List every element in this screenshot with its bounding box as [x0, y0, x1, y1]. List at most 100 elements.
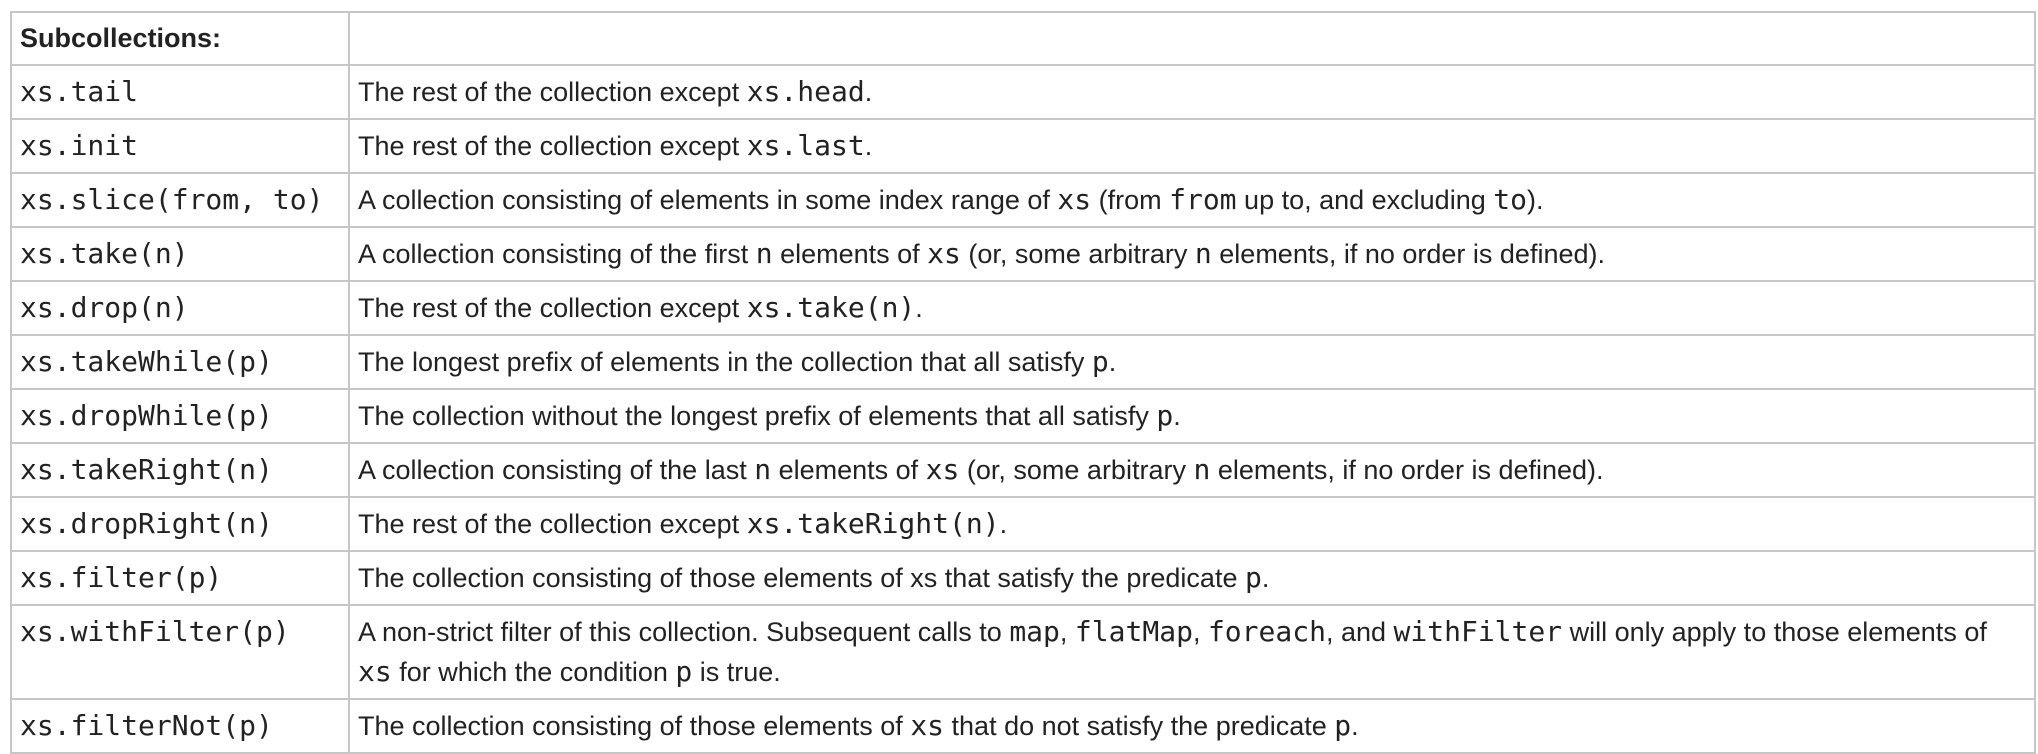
inline-code: p	[1156, 399, 1174, 432]
description-text: elements, if no order is defined).	[1210, 455, 1604, 485]
inline-code: xs	[358, 655, 392, 688]
inline-code: xs.takeRight(n)	[746, 507, 1000, 540]
inline-code: xs.take(n)	[746, 291, 916, 324]
inline-code: n	[754, 453, 772, 486]
description-cell: The longest prefix of elements in the co…	[348, 334, 2036, 390]
description-text: for which the condition	[391, 657, 676, 687]
operation-cell: xs.drop(n)	[10, 280, 350, 336]
operation-cell: xs.take(n)	[10, 226, 350, 282]
description-cell: The rest of the collection except xs.hea…	[348, 64, 2036, 120]
description-cell: The collection consisting of those eleme…	[348, 550, 2036, 606]
description-text: .	[864, 131, 873, 161]
table-row: xs.takeRight(n) A collection consisting o…	[10, 442, 2036, 498]
description-text: The collection without the longest prefi…	[358, 401, 1157, 431]
description-cell: A collection consisting of the first n e…	[348, 226, 2036, 282]
description-text: A collection consisting of elements in s…	[358, 185, 1058, 215]
description-text: , and	[1325, 617, 1394, 647]
description-text: is true.	[692, 657, 781, 687]
description-text: elements of	[772, 239, 928, 269]
table-row: xs.slice(from, to) A collection consistin…	[10, 172, 2036, 228]
operation-cell: xs.takeWhile(p)	[10, 334, 350, 390]
inline-code: p	[675, 655, 693, 688]
description-cell: A collection consisting of the last n el…	[348, 442, 2036, 498]
description-cell: The rest of the collection except xs.tak…	[348, 280, 2036, 336]
inline-code: xs	[1057, 183, 1092, 216]
description-text: A collection consisting of the last	[358, 455, 755, 485]
table-row: xs.drop(n) The rest of the collection exc…	[10, 280, 2036, 336]
inline-code: xs	[927, 237, 961, 270]
inline-code: xs.last	[746, 129, 865, 162]
description-text: A non-strict filter of this collection. …	[358, 617, 1010, 647]
inline-code: flatMap	[1074, 615, 1193, 648]
table-row: xs.dropWhile(p) The collection without th…	[10, 388, 2036, 444]
subcollections-table: Subcollections: xs.tail The rest of the c…	[10, 11, 2036, 754]
description-text: .	[864, 77, 873, 107]
inline-code: n	[1193, 453, 1211, 486]
inline-code: xs	[910, 709, 945, 742]
section-heading: Subcollections:	[10, 11, 350, 66]
inline-code: p	[1244, 561, 1262, 594]
operation-cell: xs.takeRight(n)	[10, 442, 350, 498]
inline-code: n	[1194, 237, 1212, 270]
table-row: xs.dropRight(n) The rest of the collectio…	[10, 496, 2036, 552]
description-text: The rest of the collection except	[358, 77, 747, 107]
inline-code: from	[1169, 183, 1237, 216]
description-text: .	[1173, 401, 1181, 431]
description-cell: A non-strict filter of this collection. …	[348, 604, 2036, 700]
description-cell: The collection consisting of those eleme…	[348, 698, 2036, 754]
table-row: xs.withFilter(p) A non-strict filter of t…	[10, 604, 2036, 700]
description-text: .	[1351, 711, 1359, 741]
operation-cell: xs.slice(from, to)	[10, 172, 350, 228]
inline-code: p	[1091, 345, 1109, 378]
description-text: .	[915, 293, 923, 323]
table-row: xs.filter(p) The collection consisting of…	[10, 550, 2036, 606]
table-row: xs.takeWhile(p) The longest prefix of ele…	[10, 334, 2036, 390]
description-cell: The collection without the longest prefi…	[348, 388, 2036, 444]
description-text: (or, some arbitrary	[959, 455, 1194, 485]
operation-cell: xs.dropRight(n)	[10, 496, 350, 552]
inline-code: map	[1009, 615, 1060, 648]
inline-code: n	[755, 237, 773, 270]
description-text: The collection consisting of those eleme…	[358, 563, 1245, 593]
description-text: ,	[1192, 617, 1208, 647]
operation-cell: xs.filter(p)	[10, 550, 350, 606]
description-text: A collection consisting of the first	[358, 239, 756, 269]
description-text: (or, some arbitrary	[960, 239, 1195, 269]
description-text: up to, and excluding	[1236, 185, 1494, 215]
description-text: .	[1261, 563, 1270, 593]
inline-code: to	[1493, 183, 1527, 216]
table-row: xs.tail The rest of the collection except…	[10, 64, 2036, 120]
inline-code: foreach	[1207, 615, 1326, 648]
description-text: The rest of the collection except	[358, 293, 747, 323]
description-cell: The rest of the collection except xs.tak…	[348, 496, 2036, 552]
description-text: will only apply to those elements of	[1562, 617, 1987, 647]
table-row: xs.init The rest of the collection except…	[10, 118, 2036, 174]
description-text: The collection consisting of those eleme…	[358, 711, 911, 741]
description-text: elements, if no order is defined).	[1211, 239, 1605, 269]
inline-code: xs	[925, 453, 960, 486]
description-cell: A collection consisting of elements in s…	[348, 172, 2036, 228]
description-text: elements of	[771, 455, 926, 485]
inline-code: p	[1334, 709, 1352, 742]
description-text: (from	[1091, 185, 1170, 215]
operation-cell: xs.tail	[10, 64, 350, 120]
table-header-row: Subcollections:	[10, 11, 2036, 66]
description-text: The rest of the collection except	[358, 509, 747, 539]
description-cell: The rest of the collection except xs.las…	[348, 118, 2036, 174]
description-text: .	[999, 509, 1008, 539]
description-text: ,	[1059, 617, 1075, 647]
operation-cell: xs.filterNot(p)	[10, 698, 350, 754]
table-row: xs.filterNot(p) The collection consisting…	[10, 698, 2036, 754]
inline-code: xs.head	[746, 75, 865, 108]
description-text: .	[1108, 347, 1117, 377]
description-text: The longest prefix of elements in the co…	[358, 347, 1092, 377]
description-text: The rest of the collection except	[358, 131, 747, 161]
operation-cell: xs.init	[10, 118, 350, 174]
operation-cell: xs.dropWhile(p)	[10, 388, 350, 444]
inline-code: withFilter	[1393, 615, 1563, 648]
header-empty-cell	[348, 11, 2036, 66]
table-body: Subcollections: xs.tail The rest of the c…	[10, 11, 2036, 754]
description-text: ).	[1526, 185, 1544, 215]
table-row: xs.take(n) A collection consisting of the…	[10, 226, 2036, 282]
description-text: that do not satisfy the predicate	[944, 711, 1335, 741]
